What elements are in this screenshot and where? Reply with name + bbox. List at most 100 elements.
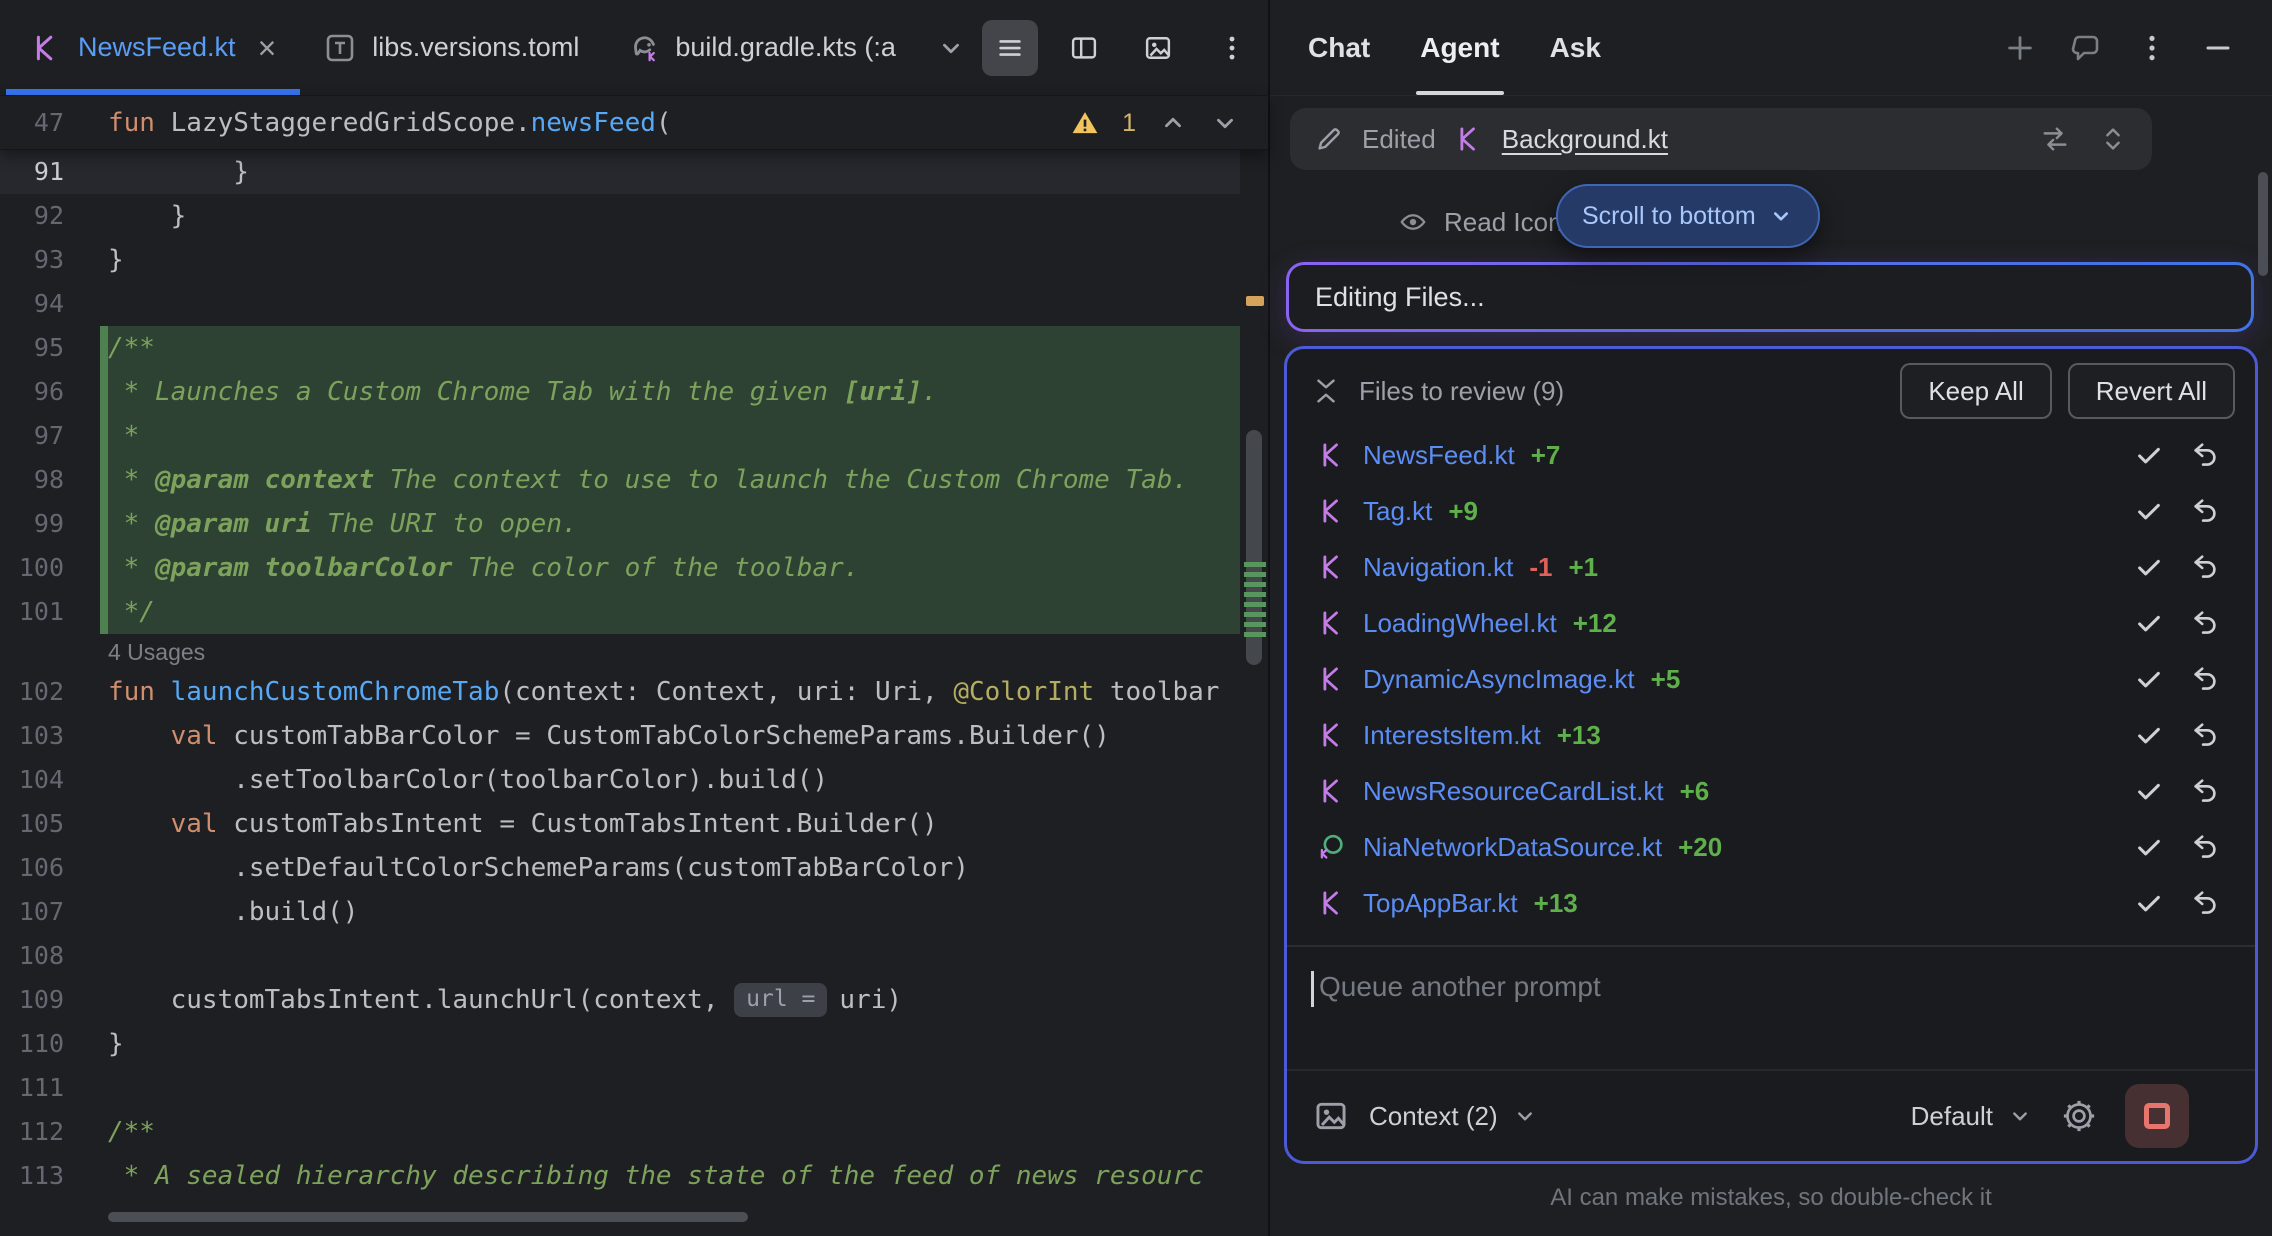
code-line[interactable]: 94 [0,282,1240,326]
code-line[interactable]: 111 [0,1066,1240,1110]
file-review-row[interactable]: DynamicAsyncImage.kt+5 [1287,651,2255,707]
code-line[interactable]: 92 } [0,194,1240,238]
editor-options-kebab[interactable] [1204,20,1260,76]
keep-file-button[interactable] [2129,832,2169,862]
changed-lines-mark[interactable] [1244,562,1266,640]
open-diff-icon[interactable] [2040,124,2070,154]
screenshot-button[interactable] [1130,20,1186,76]
file-review-row[interactable]: InterestsItem.kt+13 [1287,707,2255,763]
revert-file-button[interactable] [2185,496,2225,526]
file-link[interactable]: TopAppBar.kt [1363,888,1518,919]
file-review-row[interactable]: NiaNetworkDataSource.kt+20 [1287,819,2255,875]
code-line[interactable]: 102fun launchCustomChromeTab(context: Co… [0,670,1240,714]
revert-all-button[interactable]: Revert All [2068,363,2235,419]
edited-file-link[interactable]: Background.kt [1502,124,1668,155]
model-selector[interactable]: Default [1911,1101,1993,1132]
revert-file-button[interactable] [2185,776,2225,806]
keep-file-button[interactable] [2129,776,2169,806]
code-line[interactable]: 103 val customTabBarColor = CustomTabCol… [0,714,1240,758]
code-line[interactable]: 95/** [0,326,1240,370]
revert-file-button[interactable] [2185,888,2225,918]
keep-file-button[interactable] [2129,552,2169,582]
chevron-down-icon[interactable] [2007,1103,2033,1129]
keep-file-button[interactable] [2129,888,2169,918]
chat-history-icon[interactable] [2070,32,2102,64]
revert-file-button[interactable] [2185,832,2225,862]
keep-all-button[interactable]: Keep All [1900,363,2051,419]
revert-file-button[interactable] [2185,440,2225,470]
file-review-row[interactable]: Navigation.kt-1+1 [1287,539,2255,595]
code-line[interactable]: 108 [0,934,1240,978]
next-occurrence-button[interactable] [1210,108,1240,138]
file-review-row[interactable]: LoadingWheel.kt+12 [1287,595,2255,651]
editor-horizontal-scrollbar[interactable] [108,1212,748,1222]
file-link[interactable]: NewsResourceCardList.kt [1363,776,1664,807]
code-line[interactable]: 112/** [0,1110,1240,1154]
revert-file-button[interactable] [2185,608,2225,638]
keep-file-button[interactable] [2129,720,2169,750]
edited-file-card[interactable]: Edited Background.kt [1290,108,2152,170]
tab-newsfeed-kt[interactable]: NewsFeed.kt × [6,0,300,95]
warning-stripe-mark[interactable] [1246,296,1264,306]
code-line[interactable]: 91 } [0,150,1240,194]
scroll-to-bottom-button[interactable]: Scroll to bottom [1556,184,1820,248]
tab-libs-versions-toml[interactable]: libs.versions.toml [300,0,603,95]
revert-file-button[interactable] [2185,720,2225,750]
file-link[interactable]: InterestsItem.kt [1363,720,1541,751]
code-line[interactable]: 93} [0,238,1240,282]
file-review-row[interactable]: TopAppBar.kt+13 [1287,875,2255,931]
code-area[interactable]: 91 }92 }93}9495/**96 * Launches a Custom… [0,150,1240,1236]
code-line[interactable]: 98 * @param context The context to use t… [0,458,1240,502]
code-line[interactable]: 97 * [0,414,1240,458]
context-selector[interactable]: Context (2) [1369,1101,1498,1132]
stop-button[interactable] [2125,1084,2189,1148]
hidden-tabs-chevron[interactable] [920,0,982,95]
code-line[interactable]: 113 * A sealed hierarchy describing the … [0,1154,1240,1198]
code-line[interactable]: 100 * @param toolbarColor The color of t… [0,546,1240,590]
keep-file-button[interactable] [2129,664,2169,694]
code-line[interactable]: 107 .build() [0,890,1240,934]
keep-file-button[interactable] [2129,608,2169,638]
expand-icon[interactable] [2098,124,2128,154]
prev-occurrence-button[interactable] [1158,108,1188,138]
new-chat-icon[interactable] [2004,32,2036,64]
image-attach-icon[interactable] [1313,1098,1349,1134]
code-line[interactable]: 110} [0,1022,1240,1066]
chat-scrollbar[interactable] [2258,172,2268,276]
structure-view-button[interactable] [982,20,1038,76]
code-line[interactable]: 96 * Launches a Custom Chrome Tab with t… [0,370,1240,414]
chevron-down-icon[interactable] [1512,1103,1538,1129]
code-line[interactable]: 105 val customTabsIntent = CustomTabsInt… [0,802,1240,846]
code-line[interactable]: 109 customTabsIntent.launchUrl(context, … [0,978,1240,1022]
keep-file-button[interactable] [2129,440,2169,470]
code-line[interactable]: 104 .setToolbarColor(toolbarColor).build… [0,758,1240,802]
tab-agent[interactable]: Agent [1416,0,1503,95]
code-line[interactable]: 101 */ [0,590,1240,634]
sticky-context-line[interactable]: 47 fun LazyStaggeredGridScope.newsFeed( … [0,96,1268,150]
options-kebab-icon[interactable] [2136,32,2168,64]
code-line[interactable]: 99 * @param uri The URI to open. [0,502,1240,546]
prompt-input[interactable]: Queue another prompt [1287,947,2255,1069]
settings-gear-icon[interactable] [2061,1098,2097,1134]
file-review-row[interactable]: Tag.kt+9 [1287,483,2255,539]
file-review-row[interactable]: NewsResourceCardList.kt+6 [1287,763,2255,819]
split-editor-button[interactable] [1056,20,1112,76]
revert-file-button[interactable] [2185,552,2225,582]
tab-ask[interactable]: Ask [1546,0,1605,95]
close-tab-icon[interactable]: × [258,32,277,64]
code-line[interactable]: 106 .setDefaultColorSchemeParams(customT… [0,846,1240,890]
hide-panel-icon[interactable] [2202,32,2234,64]
collapse-icon[interactable] [1311,376,1341,406]
file-link[interactable]: Tag.kt [1363,496,1432,527]
tab-build-gradle-kts[interactable]: build.gradle.kts (:a [603,0,920,95]
file-link[interactable]: NewsFeed.kt [1363,440,1515,471]
file-link[interactable]: LoadingWheel.kt [1363,608,1557,639]
file-review-row[interactable]: NewsFeed.kt+7 [1287,427,2255,483]
file-link[interactable]: Navigation.kt [1363,552,1513,583]
usages-inlay-row[interactable]: 4 Usages [0,634,1240,670]
file-link[interactable]: NiaNetworkDataSource.kt [1363,832,1662,863]
file-link[interactable]: DynamicAsyncImage.kt [1363,664,1635,695]
revert-file-button[interactable] [2185,664,2225,694]
keep-file-button[interactable] [2129,496,2169,526]
tab-chat[interactable]: Chat [1304,0,1374,95]
